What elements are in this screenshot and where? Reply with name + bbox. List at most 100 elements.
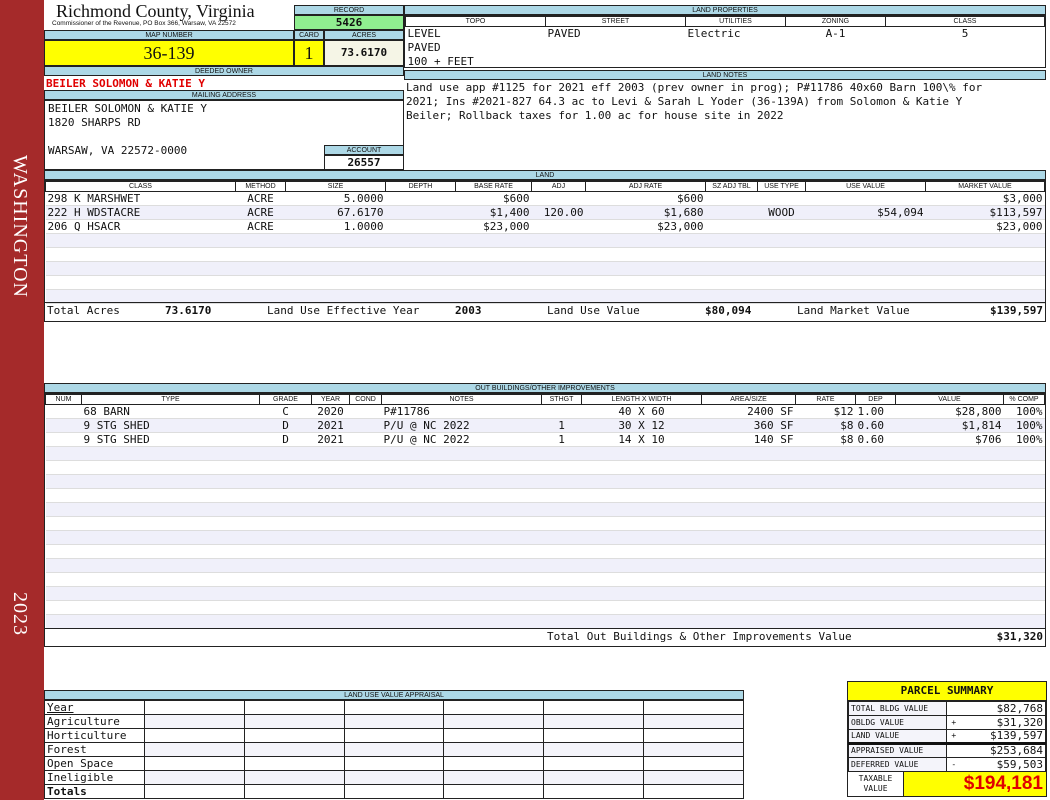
appraisal-cell (443, 714, 545, 729)
appraisal-row: Horticulture (44, 728, 744, 743)
summary-label: DEFERRED VALUE (848, 757, 947, 772)
address-line-1: BEILER SOLOMON & KATIE Y (48, 102, 207, 115)
table-cell (895, 502, 1004, 517)
table-cell (701, 474, 796, 489)
appraisal-row-label: Horticulture (44, 728, 145, 743)
land-label: LAND (44, 170, 1046, 180)
appraisal-cell (643, 714, 744, 729)
table-row (45, 586, 1045, 601)
appraisal-cell (243, 784, 345, 799)
table-cell (259, 460, 312, 475)
table-cell (311, 446, 350, 461)
summary-row: OBLDG VALUE + $31,320 (848, 715, 1046, 730)
table-cell (705, 275, 758, 290)
table-cell: D (259, 432, 312, 447)
map-number-label: MAP NUMBER (44, 30, 294, 40)
table-cell: 298 K MARSHWET (45, 191, 236, 206)
table-cell (381, 544, 542, 559)
appraisal-row: Totals (44, 784, 744, 799)
table-cell: 14 X 10 (581, 432, 702, 447)
table-cell (235, 275, 286, 290)
table-cell (1003, 502, 1045, 517)
table-row: 9 STG SHED D 2021 P/U @ NC 2022 1 30 X 12 360 … (45, 418, 1045, 433)
table-cell (701, 614, 796, 629)
table-cell (701, 586, 796, 601)
table-cell (1003, 474, 1045, 489)
table-cell (531, 219, 586, 234)
table-cell: $12 (795, 404, 856, 419)
appraisal-cell (144, 756, 245, 771)
table-cell (81, 600, 260, 615)
appraisal-cell (343, 700, 445, 715)
table-cell (795, 530, 856, 545)
record-value: 5426 (294, 15, 404, 30)
table-cell (581, 488, 702, 503)
table-cell (855, 600, 896, 615)
street-row: PAVED (407, 41, 441, 54)
table-cell: $1,400 (455, 205, 532, 220)
table-cell: 120.00 (531, 205, 586, 220)
summary-row: LAND VALUE + $139,597 (848, 729, 1046, 744)
appraisal-cell (443, 742, 545, 757)
table-cell: 2021 (311, 432, 350, 447)
table-cell (349, 572, 382, 587)
parcel-summary: PARCEL SUMMARY TOTAL BLDG VALUE $82,768 OB… (847, 681, 1047, 797)
table-cell (45, 418, 82, 433)
table-cell (385, 233, 456, 248)
column-header: ADJ (531, 181, 586, 192)
table-cell (381, 446, 542, 461)
table-cell (259, 544, 312, 559)
account-value: 26557 (324, 155, 404, 170)
table-cell (1003, 558, 1045, 573)
deeded-owner-label: DEEDED OWNER (44, 66, 404, 76)
table-cell (381, 488, 542, 503)
table-cell (585, 261, 706, 276)
table-cell: $600 (455, 191, 532, 206)
table-cell (855, 586, 896, 601)
column-header: ADJ RATE (585, 181, 706, 192)
table-cell (795, 544, 856, 559)
table-cell (349, 558, 382, 573)
table-cell (541, 516, 582, 531)
table-cell (259, 516, 312, 531)
table-cell (311, 460, 350, 475)
column-header: DEP (855, 394, 896, 405)
zoning-value: A-1 (825, 27, 846, 41)
table-cell (855, 460, 896, 475)
table-cell (349, 404, 382, 419)
table-cell (925, 247, 1045, 262)
table-cell (795, 446, 856, 461)
summary-row: DEFERRED VALUE - $59,503 (848, 757, 1046, 772)
table-cell (311, 544, 350, 559)
table-cell (385, 205, 456, 220)
table-cell: P/U @ NC 2022 (381, 432, 542, 447)
table-cell (349, 530, 382, 545)
table-cell (701, 558, 796, 573)
appraisal-row-label: Open Space (44, 756, 145, 771)
land-market-value-label: Land Market Value (797, 304, 910, 317)
summary-value: $139,597 (960, 729, 1046, 744)
table-cell: 1 (541, 418, 582, 433)
table-cell (541, 572, 582, 587)
table-cell (285, 247, 386, 262)
table-cell (381, 502, 542, 517)
table-row (45, 502, 1045, 517)
table-cell (895, 544, 1004, 559)
table-cell (855, 544, 896, 559)
table-cell: 0.60 (855, 432, 896, 447)
table-cell (81, 614, 260, 629)
table-cell (349, 502, 382, 517)
table-row (45, 474, 1045, 489)
table-cell (581, 460, 702, 475)
table-cell (531, 191, 586, 206)
table-cell (311, 488, 350, 503)
table-cell (855, 614, 896, 629)
table-cell (45, 502, 82, 517)
table-cell (541, 446, 582, 461)
table-cell (581, 516, 702, 531)
table-cell: $23,000 (585, 219, 706, 234)
table-cell (701, 572, 796, 587)
frontage-row: 100 + FEET (407, 55, 474, 68)
table-cell (895, 558, 1004, 573)
table-cell (45, 516, 82, 531)
